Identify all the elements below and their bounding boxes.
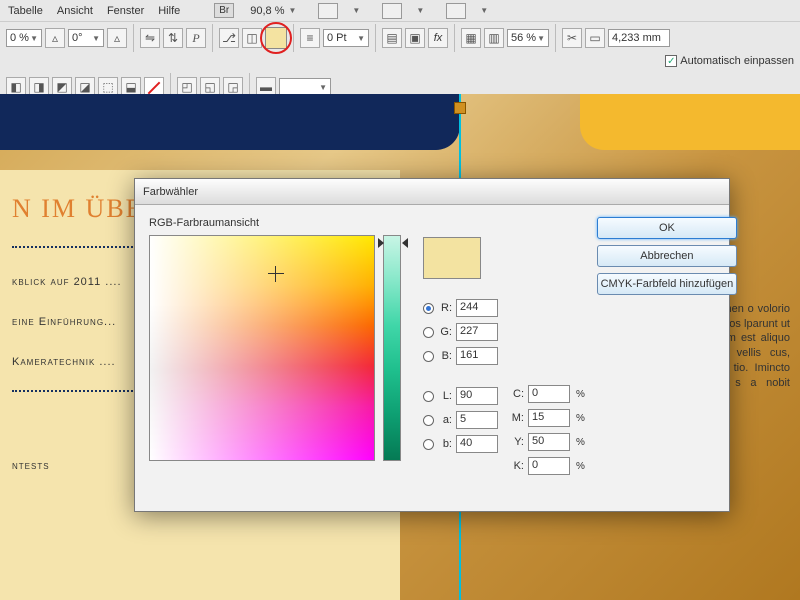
effects-icon[interactable]: fx — [428, 28, 448, 48]
crosshair-icon — [268, 266, 284, 282]
crop-icon[interactable]: ✂ — [562, 28, 582, 48]
radio-b-lab[interactable] — [423, 439, 434, 450]
color-picker-dialog: Farbwähler RGB-Farbraumansicht R:244 G:2… — [134, 178, 730, 512]
menu-ansicht[interactable]: Ansicht — [57, 5, 93, 17]
stepper-icon[interactable]: ▵ — [45, 28, 65, 48]
hue-slider-handle[interactable] — [378, 238, 408, 248]
corner-icon[interactable]: ▣ — [405, 28, 425, 48]
flip-h-icon[interactable]: ⇋ — [140, 28, 160, 48]
y-field[interactable]: Y:50% — [510, 433, 585, 451]
stepper-icon[interactable]: ▵ — [107, 28, 127, 48]
highlight-circle — [260, 22, 292, 54]
b-field[interactable]: B:161 — [423, 347, 498, 365]
chevron-down-icon[interactable]: ▼ — [416, 6, 424, 15]
ok-button[interactable]: OK — [597, 217, 737, 239]
text-wrap-icon[interactable]: ▤ — [382, 28, 402, 48]
opacity-field[interactable]: 0 %▼ — [6, 29, 42, 47]
section-label: RGB-Farbraumansicht — [149, 217, 401, 229]
menu-tabelle[interactable]: Tabelle — [8, 5, 43, 17]
g-field[interactable]: G:227 — [423, 323, 498, 341]
menu-hilfe[interactable]: Hilfe — [158, 5, 180, 17]
cancel-button[interactable]: Abbrechen — [597, 245, 737, 267]
radio-l[interactable] — [423, 391, 434, 402]
dialog-titlebar[interactable]: Farbwähler — [135, 179, 729, 205]
k-field[interactable]: K:0% — [510, 457, 585, 475]
m-field[interactable]: M:15% — [510, 409, 585, 427]
paragraph-icon[interactable]: P — [186, 28, 206, 48]
anchor-icon[interactable]: ⎇ — [219, 28, 239, 48]
chevron-down-icon[interactable]: ▼ — [352, 6, 360, 15]
hue-slider[interactable] — [383, 235, 401, 461]
auto-fit-checkbox[interactable]: ✓ Automatisch einpassen — [665, 55, 794, 67]
menu-bar: Tabelle Ansicht Fenster Hilfe Br 90,8 % … — [0, 0, 800, 22]
fill-swatch[interactable] — [265, 27, 287, 49]
b-lab-field[interactable]: b:40 — [423, 435, 498, 453]
menu-fenster[interactable]: Fenster — [107, 5, 144, 17]
fit-icon[interactable]: ▥ — [484, 28, 504, 48]
bridge-icon[interactable]: Br — [214, 3, 234, 18]
view-options-icon[interactable] — [446, 3, 466, 19]
angle-field[interactable]: 0°▼ — [68, 29, 104, 47]
pathfinder-icon[interactable]: ◫ — [242, 28, 262, 48]
scale-field[interactable]: 56 %▼ — [507, 29, 549, 47]
color-gradient[interactable] — [149, 235, 375, 461]
cmyk-add-button[interactable]: CMYK-Farbfeld hinzufügen — [597, 273, 737, 295]
measure-field[interactable]: 4,233 mm — [608, 29, 670, 47]
zoom-value[interactable]: 90,8 % — [250, 5, 284, 17]
selection-handle[interactable] — [454, 102, 466, 114]
screen-mode-icon[interactable] — [318, 3, 338, 19]
a-field[interactable]: a:5 — [423, 411, 498, 429]
arrange-icon[interactable] — [382, 3, 402, 19]
l-field[interactable]: L:90 — [423, 387, 498, 405]
radio-g[interactable] — [423, 327, 434, 338]
control-toolbar: 0 %▼ ▵ 0°▼ ▵ ⇋ ⇅ P ⎇ ◫ ≡ 0 Pt▼ ▤ ▣ fx ▦ … — [0, 22, 800, 104]
navy-header-shape — [0, 94, 460, 150]
chevron-down-icon[interactable]: ▼ — [480, 6, 488, 15]
radio-b[interactable] — [423, 351, 434, 362]
stroke-pt-field[interactable]: 0 Pt▼ — [323, 29, 369, 47]
yellow-header-shape — [580, 94, 800, 150]
stroke-weight-icon[interactable]: ≡ — [300, 28, 320, 48]
flip-v-icon[interactable]: ⇅ — [163, 28, 183, 48]
c-field[interactable]: C:0% — [510, 385, 585, 403]
chevron-down-icon[interactable]: ▼ — [289, 6, 297, 15]
radio-a[interactable] — [423, 415, 434, 426]
align-icon[interactable]: ▦ — [461, 28, 481, 48]
radio-r[interactable] — [423, 303, 434, 314]
current-color-swatch — [423, 237, 481, 279]
r-field[interactable]: R:244 — [423, 299, 498, 317]
frame-fit-icon[interactable]: ▭ — [585, 28, 605, 48]
